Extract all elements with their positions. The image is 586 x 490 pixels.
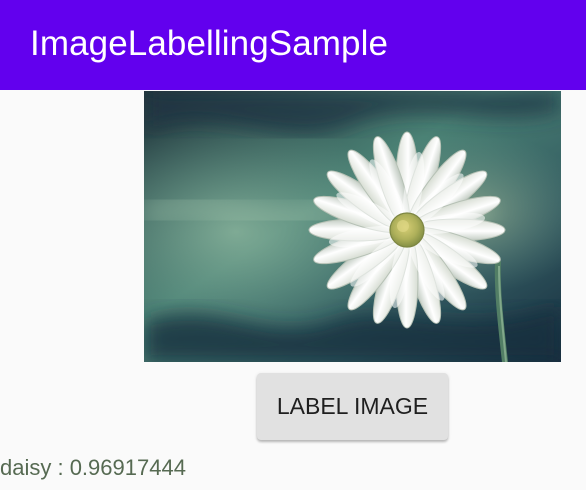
label-image-button[interactable]: LABEL IMAGE (257, 373, 448, 440)
app-title: ImageLabellingSample (30, 24, 389, 63)
app-bar: ImageLabellingSample (0, 0, 586, 90)
daisy-image (144, 91, 561, 362)
label-result-text: daisy : 0.96917444 (0, 455, 186, 480)
